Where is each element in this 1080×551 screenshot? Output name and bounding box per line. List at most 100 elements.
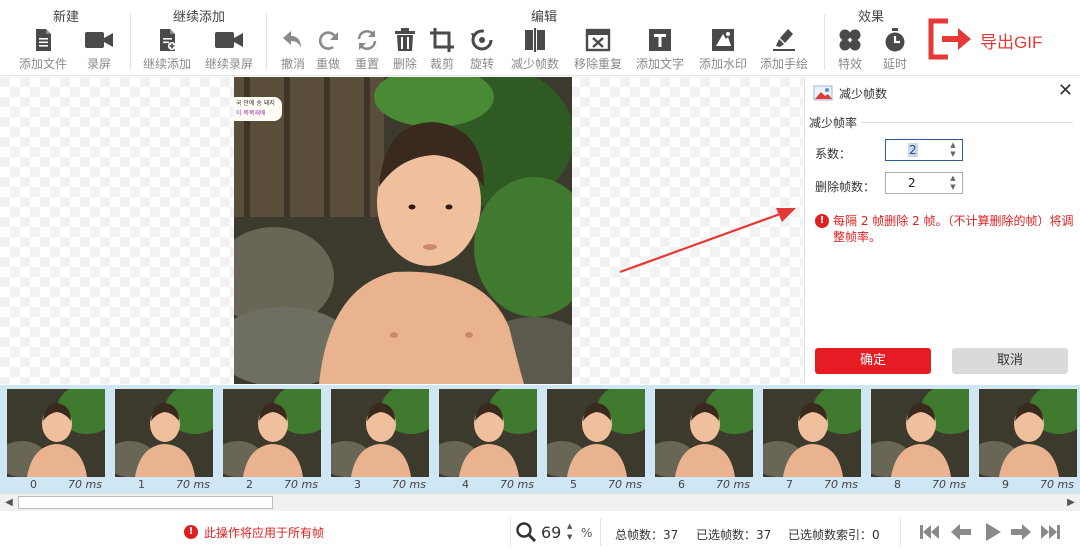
total-frames: 总帧数：37 [615,528,679,542]
delete-count-stepper[interactable]: 2 ▲ ▼ [885,172,963,194]
zoom-stepper[interactable]: ▲ ▼ [567,521,572,543]
scrollbar-thumb[interactable] [18,496,273,509]
frame-filmstrip[interactable]: 0 70 ms 1 70 ms 2 70 ms 3 70 ms 4 70 ms … [0,385,1080,493]
add-file-button[interactable]: 添加文件 [14,26,72,74]
continue-add-button[interactable]: 继续添加 [138,26,196,74]
close-icon[interactable]: ✕ [1058,80,1073,101]
previous-frame-button[interactable] [949,521,973,543]
continue-record-button[interactable]: 继续录屏 [200,26,258,74]
add-handwriting-button[interactable]: 添加手绘 [755,26,813,74]
zoom-value[interactable]: 69 [541,523,561,542]
frame-duration[interactable]: 70 ms [716,478,750,491]
frame-thumbnail-image [763,389,861,477]
delay-button[interactable]: 延时 [866,26,924,74]
frame-thumbnail-image [655,389,753,477]
frame-index: 8 [894,478,901,491]
frame-thumbnail [7,389,105,477]
frame-item[interactable]: 0 70 ms [4,387,108,491]
continue-record-label: 继续录屏 [204,57,253,71]
stepper-arrows[interactable]: ▲ ▼ [948,174,958,192]
frame-duration[interactable]: 70 ms [68,478,102,491]
record-button[interactable]: 录屏 [70,26,128,74]
record-label: 录屏 [86,57,111,71]
rotate-label: 旋转 [469,57,494,71]
frame-index: 0 [30,478,37,491]
frame-duration[interactable]: 70 ms [1040,478,1074,491]
frame-thumbnail-image [439,389,537,477]
frame-duration[interactable]: 70 ms [176,478,210,491]
factor-stepper[interactable]: 2 ▲ ▼ [885,139,963,161]
next-frame-button[interactable] [1009,521,1033,543]
frame-duration[interactable]: 70 ms [824,478,858,491]
toolbar: 新建 添加文件 录屏 继续添加 继续添加 继续录屏 编辑 撤消 重做 重置 删除… [0,0,1080,76]
skip-first-icon [920,525,939,539]
add-text-button[interactable]: 添加文字 [631,26,689,74]
delete-count-label: 删除帧数： [815,180,876,194]
frame-item[interactable]: 6 70 ms [652,387,756,491]
reduce-frames-label: 减少帧数 [510,57,559,71]
zoom-unit: % [581,526,593,540]
factor-label: 系数： [815,147,852,161]
frame-duration[interactable]: 70 ms [392,478,426,491]
frame-item[interactable]: 7 70 ms [760,387,864,491]
remove-duplicates-button[interactable]: 移除重复 [569,26,627,74]
redo-icon [318,31,338,50]
scroll-left-icon[interactable]: ◀ [1,495,17,510]
stepper-arrows[interactable]: ▲ ▼ [948,141,958,159]
frame-item[interactable]: 8 70 ms [868,387,972,491]
frame-item[interactable]: 2 70 ms [220,387,324,491]
video-camera-icon [215,32,243,48]
selected-frame-index: 已选帧数索引：0 [788,528,880,542]
warning-icon: ! [184,525,198,539]
reduce-frames-button[interactable]: 减少帧数 [506,26,564,74]
caption-overlay: 국 안에 숭 돼지 이 쭉쭉재배 [234,97,282,121]
scroll-right-icon[interactable]: ▶ [1063,495,1079,510]
frame-thumbnail [223,389,321,477]
arrow-left-icon [951,524,971,540]
frame-duration[interactable]: 70 ms [608,478,642,491]
frame-item[interactable]: 3 70 ms [328,387,432,491]
frame-item[interactable]: 9 70 ms [976,387,1080,491]
remove-duplicates-icon [585,28,611,52]
frame-thumbnail-image [331,389,429,477]
frame-duration[interactable]: 70 ms [932,478,966,491]
play-icon [986,523,1001,541]
reduce-frames-panel-icon [813,85,833,101]
factor-value: 2 [908,143,918,157]
frame-thumbnail [439,389,537,477]
cancel-button[interactable]: 取消 [952,348,1068,374]
frame-duration[interactable]: 70 ms [500,478,534,491]
frame-item[interactable]: 4 70 ms [436,387,540,491]
info-icon: ! [815,214,829,228]
last-frame-button[interactable] [1038,521,1062,543]
frame-duration[interactable]: 70 ms [284,478,318,491]
arrow-right-icon [1011,524,1031,540]
rotate-button[interactable]: 旋转 [453,26,511,74]
add-watermark-button[interactable]: 添加水印 [694,26,752,74]
frame-index: 2 [246,478,253,491]
toolbar-separator [130,14,131,70]
delay-label: 延时 [882,57,907,71]
group-title-edit: 编辑 [530,10,557,25]
export-gif-button[interactable]: 导出GIF [928,18,1068,60]
add-text-label: 添加文字 [635,57,684,71]
group-continue-add: 继续添加 继续添加 继续录屏 [140,0,258,76]
video-camera-icon [85,32,113,48]
group-edit: 编辑 撤消 重做 重置 删除 裁剪 旋转 减少帧数 移除重复 添加文字 添加水印… [266,0,822,76]
frame-thumbnail-image [871,389,969,477]
frame-thumbnail-image [115,389,213,477]
text-icon [649,29,671,51]
delete-count-value: 2 [908,176,916,190]
first-frame-button[interactable] [918,521,942,543]
frame-item[interactable]: 5 70 ms [544,387,648,491]
reduce-frames-icon [525,28,545,52]
reduce-info-text: 每隔 2 帧删除 2 帧。（不计算删除的帧）将调整帧率。 [833,214,1074,244]
frame-item[interactable]: 1 70 ms [112,387,216,491]
confirm-button[interactable]: 确定 [815,348,931,374]
status-divider [600,518,601,546]
play-button[interactable] [981,521,1005,543]
editor-canvas[interactable]: 국 안에 숭 돼지 이 쭉쭉재배 [0,77,803,384]
panel-title: 减少帧数 [839,87,888,101]
filmstrip-scrollbar[interactable]: ◀ ▶ [0,493,1080,511]
frame-thumbnail-image [547,389,645,477]
